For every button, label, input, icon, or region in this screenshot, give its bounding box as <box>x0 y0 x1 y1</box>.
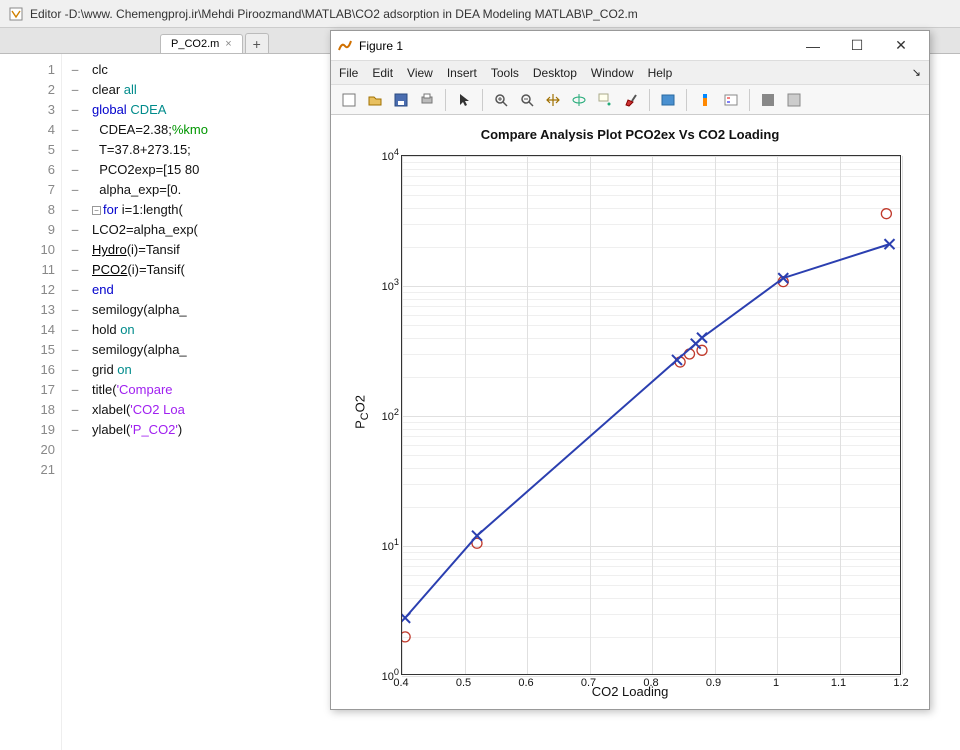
editor-app-icon <box>8 6 24 22</box>
breakpoint-gutter[interactable]: ––––––––––––––––––– <box>62 54 88 750</box>
link-icon[interactable] <box>656 88 680 112</box>
toolbar-separator <box>649 89 650 111</box>
new-figure-icon[interactable] <box>337 88 361 112</box>
xtick-label: 1.2 <box>893 677 908 689</box>
figure-canvas[interactable]: Compare Analysis Plot PCO2ex Vs CO2 Load… <box>331 115 929 709</box>
editor-title-prefix: Editor - <box>30 7 69 21</box>
y-axis-label: PCO2 <box>353 395 372 429</box>
hide-tools-icon[interactable] <box>756 88 780 112</box>
figure-title: Figure 1 <box>359 39 791 53</box>
rotate3d-icon[interactable] <box>567 88 591 112</box>
menu-desktop[interactable]: Desktop <box>533 66 577 80</box>
figure-titlebar[interactable]: Figure 1 — ☐ ✕ <box>331 31 929 61</box>
xtick-label: 0.7 <box>581 677 596 689</box>
ytick-label: 100 <box>382 667 399 683</box>
plot-title: Compare Analysis Plot PCO2ex Vs CO2 Load… <box>331 127 929 142</box>
ytick-label: 104 <box>382 147 399 163</box>
menu-window[interactable]: Window <box>591 66 634 80</box>
figure-window: Figure 1 — ☐ ✕ File Edit View Insert Tools De… <box>330 30 930 710</box>
toolbar-separator <box>686 89 687 111</box>
figure-toolbar <box>331 85 929 115</box>
editor-title-path: D:\www. Chemengproj.ir\Mehdi Piroozmand\… <box>69 7 638 21</box>
menu-view[interactable]: View <box>407 66 433 80</box>
print-icon[interactable] <box>415 88 439 112</box>
zoom-in-icon[interactable] <box>489 88 513 112</box>
brush-icon[interactable] <box>619 88 643 112</box>
show-tools-icon[interactable] <box>782 88 806 112</box>
maximize-button[interactable]: ☐ <box>835 32 879 60</box>
line-number-gutter: 123456789101112131415161718192021 <box>0 54 62 750</box>
menu-edit[interactable]: Edit <box>372 66 393 80</box>
xtick-label: 1 <box>773 677 779 689</box>
plot-area[interactable] <box>401 155 901 675</box>
editor-file-tab[interactable]: P_CO2.m × <box>160 34 243 53</box>
datacursor-icon[interactable] <box>593 88 617 112</box>
xtick-label: 0.9 <box>706 677 721 689</box>
figure-menubar: File Edit View Insert Tools Desktop Window Help… <box>331 61 929 85</box>
pointer-icon[interactable] <box>452 88 476 112</box>
xtick-label: 1.1 <box>831 677 846 689</box>
menu-tools[interactable]: Tools <box>491 66 519 80</box>
open-icon[interactable] <box>363 88 387 112</box>
pan-icon[interactable] <box>541 88 565 112</box>
matlab-icon <box>337 38 353 54</box>
legend-icon[interactable] <box>719 88 743 112</box>
zoom-out-icon[interactable] <box>515 88 539 112</box>
menu-help[interactable]: Help <box>648 66 673 80</box>
close-button[interactable]: ✕ <box>879 32 923 60</box>
save-icon[interactable] <box>389 88 413 112</box>
toolbar-separator <box>482 89 483 111</box>
colorbar-icon[interactable] <box>693 88 717 112</box>
xtick-label: 0.8 <box>643 677 658 689</box>
ytick-label: 101 <box>382 537 399 553</box>
ytick-label: 102 <box>382 407 399 423</box>
toolbar-separator <box>445 89 446 111</box>
close-icon[interactable]: × <box>225 38 231 50</box>
menu-file[interactable]: File <box>339 66 358 80</box>
dock-icon[interactable]: ↘ <box>912 66 921 79</box>
new-tab-button[interactable]: + <box>245 33 269 53</box>
toolbar-separator <box>749 89 750 111</box>
xtick-label: 0.5 <box>456 677 471 689</box>
menu-insert[interactable]: Insert <box>447 66 477 80</box>
editor-titlebar: Editor - D:\www. Chemengproj.ir\Mehdi Pi… <box>0 0 960 28</box>
xtick-label: 0.6 <box>518 677 533 689</box>
tab-label: P_CO2.m <box>171 38 219 50</box>
ytick-label: 103 <box>382 277 399 293</box>
minimize-button[interactable]: — <box>791 32 835 60</box>
